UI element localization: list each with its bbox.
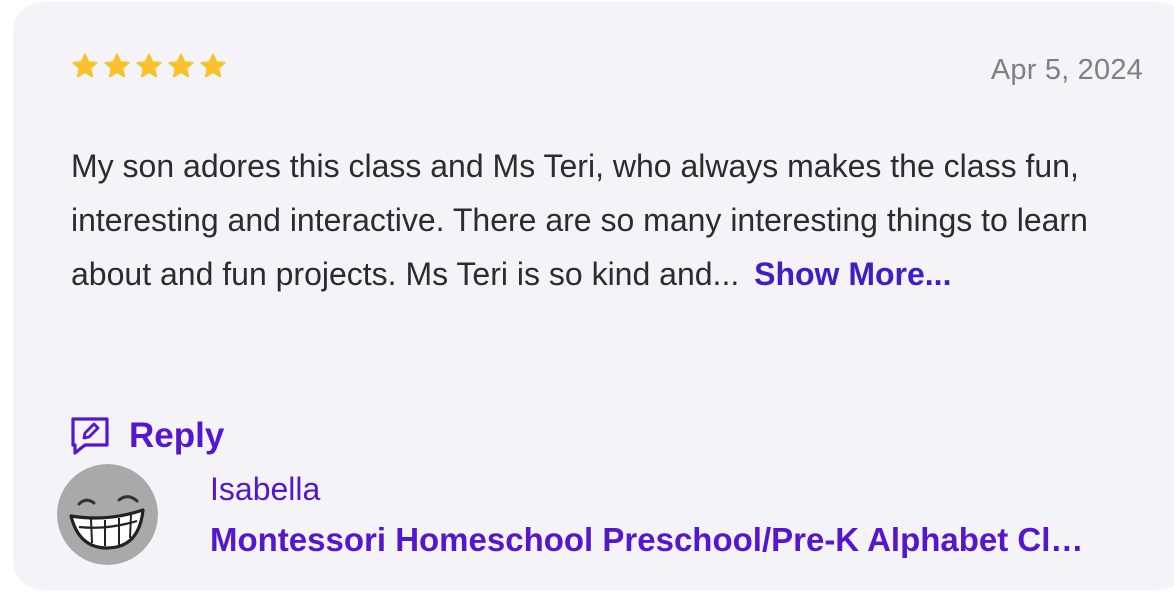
smiley-avatar-icon xyxy=(57,464,158,565)
star-icon xyxy=(136,53,162,78)
class-title-link[interactable]: Montessori Homeschool Preschool/Pre-K Al… xyxy=(210,521,1100,559)
review-text-block: My son adores this class and Ms Teri, wh… xyxy=(71,139,1141,301)
reply-label: Reply xyxy=(129,416,225,455)
author-name: Isabella xyxy=(210,471,321,507)
chat-edit-icon xyxy=(71,417,109,455)
review-card: Apr 5, 2024 My son adores this class and… xyxy=(13,2,1174,590)
star-icon xyxy=(72,53,98,78)
star-icon xyxy=(168,53,194,78)
reply-button[interactable]: Reply xyxy=(69,415,224,457)
star-rating xyxy=(71,52,227,80)
review-date: Apr 5, 2024 xyxy=(990,54,1143,86)
star-icon xyxy=(104,53,130,78)
star-icon xyxy=(200,53,226,78)
show-more-link[interactable]: Show More... xyxy=(754,256,951,292)
